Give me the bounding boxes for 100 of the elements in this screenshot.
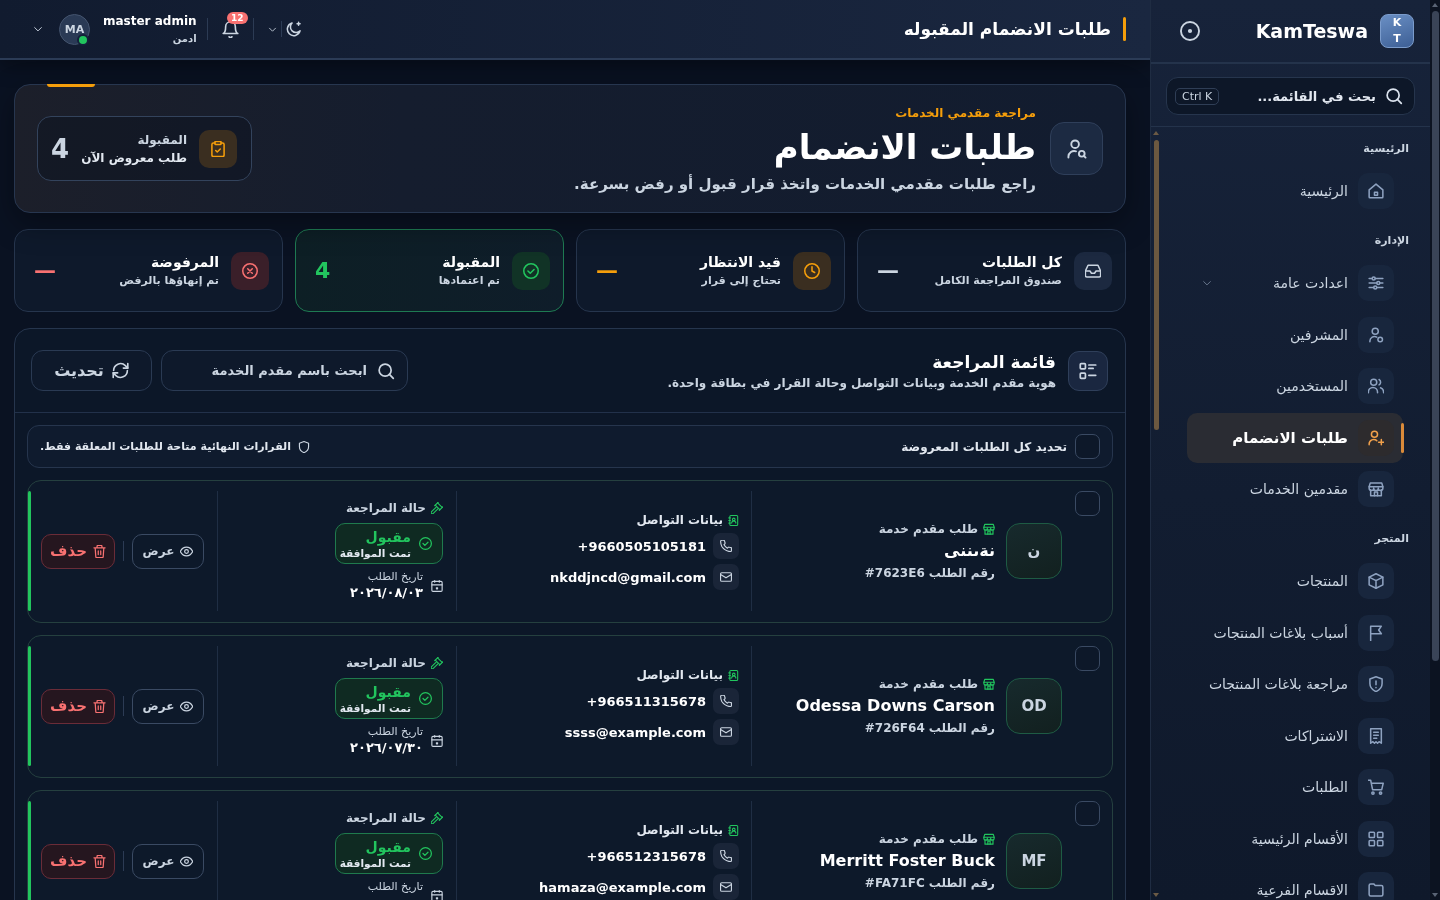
request-type: طلب مقدم خدمة [878,677,978,691]
view-button[interactable]: عرض [132,688,204,724]
phone-icon [713,533,739,559]
stat-card[interactable]: المرفوضة تم إنهاؤها بالرفض — [14,229,283,312]
stat-card[interactable]: كل الطلبات صندوق المراجعة الكامل — [857,229,1126,312]
status-label: مقبول [365,837,411,856]
user-plus-icon [1358,419,1394,456]
contact-label: بيانات التواصل [636,513,723,527]
grid-icon [1358,820,1394,857]
avatar: ن [1006,523,1062,579]
sliders-icon [1358,265,1394,301]
nav-item[interactable]: المنتجات [1187,556,1403,606]
order-number: #7623E6 [864,565,925,581]
phone-icon [713,688,739,714]
delete-button[interactable]: حذف [41,688,115,724]
search-input[interactable]: ابحث باسم مقدم الخدمة [174,363,367,378]
status-note: تمت الموافقة [339,546,411,560]
clock-icon [793,251,831,290]
stat-card[interactable]: قيد الانتظار تحتاج إلى قرار — [576,229,845,312]
request-type: طلب مقدم خدمة [878,522,978,536]
nav-item[interactable]: الاشتراكات [1187,710,1403,761]
stat-title: المرفوضة [150,254,219,270]
nav-item[interactable]: أسباب بلاغات المنتجات [1187,607,1403,658]
status-note: تمت الموافقة [339,701,411,715]
search-field[interactable]: ابحث باسم مقدم الخدمة [161,350,408,391]
status-label: مقبول [365,682,411,701]
inbox-icon [1074,251,1112,290]
brand-name: KamTeswa [1255,20,1368,42]
stat-value: — [877,258,899,283]
section-title: المتجر [1373,531,1409,547]
panel-title: قائمة المراجعة [932,351,1056,372]
users-icon [1358,368,1394,404]
hero-title: طلبات الانضمام [773,126,1036,167]
status-heading: حالة المراجعة [345,811,426,825]
nav-item[interactable]: الاقسام الفرعية [1187,865,1403,900]
order-number: #FA71FC [864,875,925,891]
phone-number: +966512315678 [586,848,706,864]
bell-icon[interactable] [221,20,239,38]
nav-item[interactable]: الأقسام الرئيسية [1187,813,1403,864]
contact-book-icon [728,669,739,681]
nav-item[interactable]: المشرفين [1187,309,1403,360]
search-icon [377,361,395,380]
view-button[interactable]: عرض [132,533,204,569]
mail-icon [713,874,739,900]
user-name: master admin [103,14,197,28]
order-number: #726F64 [864,720,925,736]
status-heading: حالة المراجعة [345,656,426,670]
checkbox[interactable] [1075,491,1100,516]
stat-caption: تم اعتمادها [438,274,500,287]
avatar[interactable]: MA [59,13,90,45]
date-label: تاريخ الطلب [367,880,423,894]
avatar: MF [1006,833,1062,889]
checkbox[interactable] [1075,434,1100,459]
search-input[interactable]: بحث في القائمة... [1228,88,1376,104]
accent-bar [47,84,95,87]
order-label: رقم الطلب [928,875,995,891]
notice-text: القرارات النهائية متاحة للطلبات المعلقة فقط. [40,440,291,453]
nav-item[interactable]: الرئيسية [1187,166,1403,216]
hero-subtitle: راجع طلبات مقدمي الخدمات واتخذ قرار قبول أو رفض بسرعة. [574,174,1036,193]
request-date: ٢٠٢٦/٠٨/٠٣ [350,584,423,602]
stat-title: كل الطلبات [982,254,1062,270]
nav-item[interactable]: مراجعة بلاغات المنتجات [1187,659,1403,709]
stat-value: — [596,258,618,283]
checkbox[interactable] [1075,646,1100,671]
circle-dot-icon[interactable] [1180,21,1200,41]
stat-title: قيد الانتظار [700,254,781,270]
delete-button[interactable]: حذف [41,533,115,569]
view-button[interactable]: عرض [132,843,204,879]
contact-book-icon [728,824,739,836]
page-title: طلبات الانضمام المقبوله [903,19,1111,39]
select-all-label[interactable]: تحديد كل الطلبات المعروضة [901,439,1067,454]
brand-logo: KT [1380,14,1414,48]
receipt-icon [1358,717,1394,754]
accent-bar [1123,17,1126,41]
checkbox[interactable] [1075,801,1100,826]
order-label: رقم الطلب [928,565,995,581]
moon-icon[interactable] [285,21,302,37]
refresh-button[interactable]: تحديث [31,350,152,391]
order-label: رقم الطلب [928,720,995,736]
user-role: ادمن [172,33,197,44]
stat-caption: صندوق المراجعة الكامل [934,274,1062,287]
provider-name: Merritt Foster Buck [819,850,995,872]
nav-item[interactable]: الطلبات [1187,762,1403,812]
box-icon [1358,563,1394,599]
delete-button[interactable]: حذف [41,843,115,879]
gavel-icon [431,657,443,669]
scrollbar[interactable] [1153,131,1159,897]
caret-icon[interactable] [33,24,43,34]
status-note: تمت الموافقة [339,856,411,870]
store-icon [983,523,995,535]
nav-item[interactable]: المستخدمين [1187,361,1403,411]
trash-icon [92,699,106,713]
avatar: OD [1006,678,1062,734]
eye-icon [180,854,194,868]
summary-caption: طلب معروض الآن [81,150,187,165]
nav-item[interactable]: اعدادت عامة [1187,258,1403,308]
shortcut-hint: Ctrl K [1175,87,1220,105]
nav-item[interactable]: مقدمين الخدمات [1187,464,1403,514]
flag-icon [1358,614,1394,651]
nav-item[interactable]: طلبات الانضمام [1187,412,1403,463]
